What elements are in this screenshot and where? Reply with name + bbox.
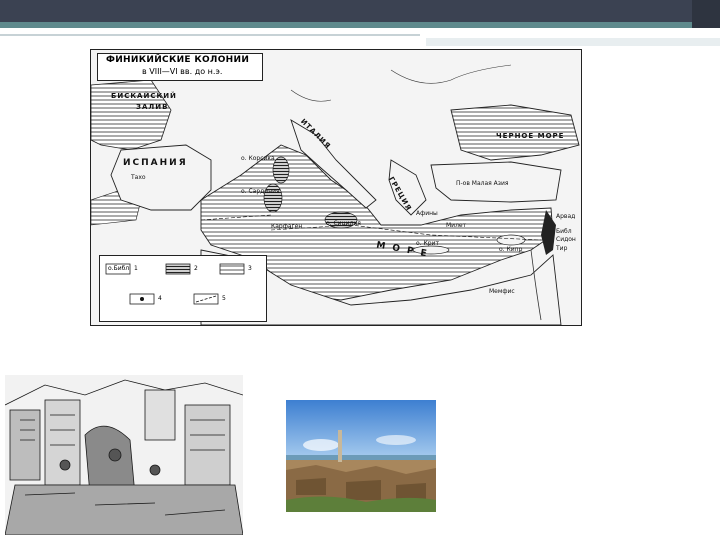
phoenician-colonies-map: ФИНИКИЙСКИЕ КОЛОНИИ в VIII—VI вв. до н.э… (90, 49, 582, 326)
map-title: ФИНИКИЙСКИЕ КОЛОНИИ (106, 55, 250, 65)
sketch-drawing (5, 375, 243, 535)
label-cyprus: о. Кипр (499, 246, 523, 253)
map-legend: о.Библ 1 2 3 4 5 (99, 255, 267, 322)
label-athens: Афины (416, 210, 438, 217)
label-spain: ИСПАНИЯ (123, 158, 188, 168)
city-sketch-illustration (5, 375, 243, 535)
label-carthage: Карфаген (271, 223, 303, 230)
map-subtitle: в VIII—VI вв. до н.э. (142, 67, 223, 76)
label-arvad: Арвад (556, 213, 576, 220)
map-title-box: ФИНИКИЙСКИЕ КОЛОНИИ в VIII—VI вв. до н.э… (97, 53, 263, 81)
label-byblos: Библ (556, 228, 572, 235)
legend-n2: 2 (194, 265, 198, 272)
header-rule-left (0, 34, 420, 36)
legend-n4: 4 (158, 295, 162, 302)
header-corner-block (692, 0, 720, 28)
slide-header-bar (0, 0, 720, 28)
legend-n3: 3 (248, 265, 252, 272)
label-tagus: Тахо (131, 174, 146, 181)
carthage-ruins-photo (286, 400, 436, 512)
label-corsica: о. Корсика (241, 155, 275, 162)
photo-drawing (286, 400, 436, 512)
label-biscay: БИСКАЙСКИЙ (111, 92, 177, 100)
legend-item-1-label: о.Библ (108, 265, 130, 272)
label-sidon: Сидон (556, 236, 576, 243)
label-sicily: о. Сицилия (326, 220, 361, 227)
legend-n1: 1 (134, 265, 138, 272)
label-crete: о. Крит (416, 240, 439, 247)
label-tyre: Тир (556, 245, 568, 252)
legend-n5: 5 (222, 295, 226, 302)
label-black-sea: ЧЕРНОЕ МОРЕ (496, 132, 565, 140)
label-miletus: Милет (446, 222, 467, 229)
label-asia-minor: П-ов Малая Азия (456, 180, 509, 187)
header-accent-stripe (0, 22, 720, 28)
label-biscay-2: ЗАЛИВ (136, 103, 169, 111)
label-memphis: Мемфис (489, 288, 515, 295)
label-sardinia: о. Сардиния (241, 188, 280, 195)
header-rule-right (426, 38, 720, 46)
